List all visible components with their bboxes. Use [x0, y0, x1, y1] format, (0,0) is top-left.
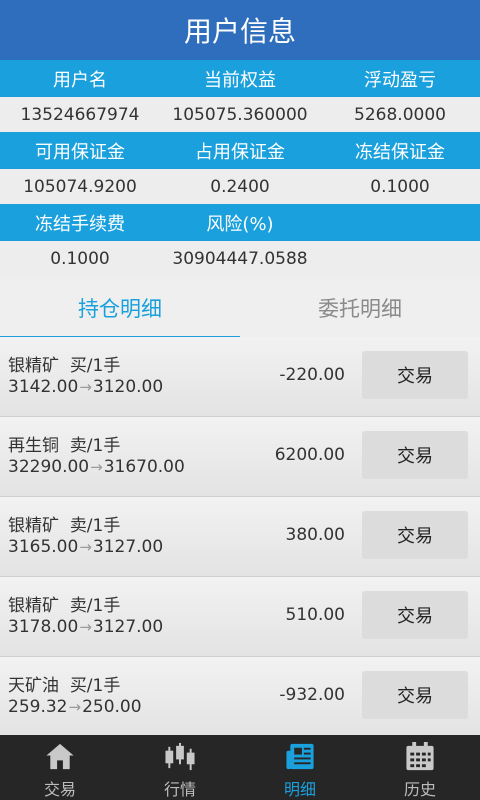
arrow-right-icon: → — [79, 378, 92, 396]
open-price: 32290.00 — [8, 457, 90, 477]
nav-market-label: 行情 — [163, 780, 196, 799]
floating-pnl-value: 5268.0000 — [354, 104, 446, 125]
current-price: 31670.00 — [103, 457, 185, 477]
trade-button[interactable]: 交易 — [362, 511, 468, 559]
position-name: 银精矿 — [8, 356, 59, 376]
frozen-margin-label: 冻结保证金 — [355, 141, 445, 163]
position-pnl: -220.00 — [279, 365, 345, 385]
position-row: 银精矿 买/1手 3142.00→3120.00 -220.00 交易 — [0, 337, 480, 417]
current-price: 3120.00 — [92, 377, 164, 397]
used-margin-label: 占用保证金 — [195, 141, 285, 163]
nav-details-label: 明细 — [283, 780, 316, 799]
position-row: 银精矿 卖/1手 3165.00→3127.00 380.00 交易 — [0, 497, 480, 577]
candlestick-icon — [165, 742, 195, 771]
nav-history[interactable]: 历史 — [360, 735, 480, 800]
used-margin-value: 0.2400 — [210, 176, 270, 197]
account-header-row-3: 冻结手续费 风险(%) — [0, 204, 480, 241]
page-title: 用户信息 — [183, 15, 296, 48]
nav-trade-label: 交易 — [43, 780, 76, 799]
trade-button[interactable]: 交易 — [362, 431, 468, 479]
frozen-fee-label: 冻结手续费 — [35, 213, 125, 235]
app-root: 用户信息 用户名 当前权益 浮动盈亏 13524667974 105075.36… — [0, 0, 480, 800]
position-side: 卖/1手 — [69, 516, 121, 536]
equity-label: 当前权益 — [204, 69, 276, 91]
calendar-icon — [406, 741, 434, 771]
trade-button[interactable]: 交易 — [362, 591, 468, 639]
position-side: 卖/1手 — [69, 596, 121, 616]
position-name: 银精矿 — [8, 516, 59, 536]
position-side: 买/1手 — [69, 356, 121, 376]
position-name: 银精矿 — [8, 596, 59, 616]
frozen-margin-value: 0.1000 — [370, 176, 430, 197]
position-name: 再生铜 — [8, 436, 59, 456]
position-pnl: 380.00 — [285, 525, 345, 545]
frozen-fee-value: 0.1000 — [50, 249, 110, 269]
trade-button[interactable]: 交易 — [362, 671, 468, 719]
position-side: 卖/1手 — [69, 436, 121, 456]
nav-history-label: 历史 — [403, 780, 436, 799]
newspaper-icon — [286, 743, 314, 770]
positions-list[interactable]: 银精矿 买/1手 3142.00→3120.00 -220.00 交易 再生铜 … — [0, 337, 480, 735]
position-pnl: 510.00 — [285, 605, 345, 625]
floating-pnl-label: 浮动盈亏 — [364, 69, 436, 91]
current-price: 3127.00 — [92, 617, 164, 637]
account-value-row-3: 0.1000 30904447.0588 — [0, 241, 480, 277]
title-bar: 用户信息 — [0, 0, 480, 60]
arrow-right-icon: → — [90, 458, 103, 476]
username-label: 用户名 — [53, 69, 107, 91]
nav-trade[interactable]: 交易 — [0, 735, 120, 800]
arrow-right-icon: → — [79, 538, 92, 556]
open-price: 3142.00 — [8, 377, 79, 397]
equity-value: 105075.360000 — [172, 104, 308, 125]
position-row: 天矿油 买/1手 259.32→250.00 -932.00 交易 — [0, 657, 480, 735]
nav-market[interactable]: 行情 — [120, 735, 240, 800]
account-header-row-2: 可用保证金 占用保证金 冻结保证金 — [0, 132, 480, 169]
arrow-right-icon: → — [68, 698, 82, 716]
risk-label: 风险(%) — [206, 213, 274, 235]
bottom-nav: 交易 行情 明细 历史 — [0, 735, 480, 800]
trade-button[interactable]: 交易 — [362, 351, 468, 399]
position-row: 再生铜 卖/1手 32290.00→31670.00 6200.00 交易 — [0, 417, 480, 497]
arrow-right-icon: → — [79, 618, 92, 636]
detail-tabs: 持仓明细 委托明细 — [0, 277, 480, 339]
account-info: 用户名 当前权益 浮动盈亏 13524667974 105075.360000 … — [0, 60, 480, 277]
open-price: 3178.00 — [8, 617, 79, 637]
available-margin-label: 可用保证金 — [35, 141, 125, 163]
account-header-row-1: 用户名 当前权益 浮动盈亏 — [0, 60, 480, 97]
tab-orders[interactable]: 委托明细 — [240, 293, 480, 323]
username-value: 13524667974 — [20, 104, 140, 125]
home-icon — [46, 743, 74, 770]
current-price: 3127.00 — [92, 537, 164, 557]
nav-details[interactable]: 明细 — [240, 735, 360, 800]
account-value-row-2: 105074.9200 0.2400 0.1000 — [0, 169, 480, 204]
position-pnl: 6200.00 — [274, 445, 345, 465]
position-pnl: -932.00 — [279, 685, 345, 705]
position-name: 天矿油 — [8, 676, 59, 696]
account-value-row-1: 13524667974 105075.360000 5268.0000 — [0, 97, 480, 132]
available-margin-value: 105074.9200 — [23, 176, 137, 197]
open-price: 259.32 — [8, 697, 68, 717]
position-side: 买/1手 — [69, 676, 121, 696]
open-price: 3165.00 — [8, 537, 79, 557]
tab-positions[interactable]: 持仓明细 — [0, 293, 240, 323]
risk-value: 30904447.0588 — [172, 249, 308, 269]
position-row: 银精矿 卖/1手 3178.00→3127.00 510.00 交易 — [0, 577, 480, 657]
current-price: 250.00 — [82, 697, 142, 717]
